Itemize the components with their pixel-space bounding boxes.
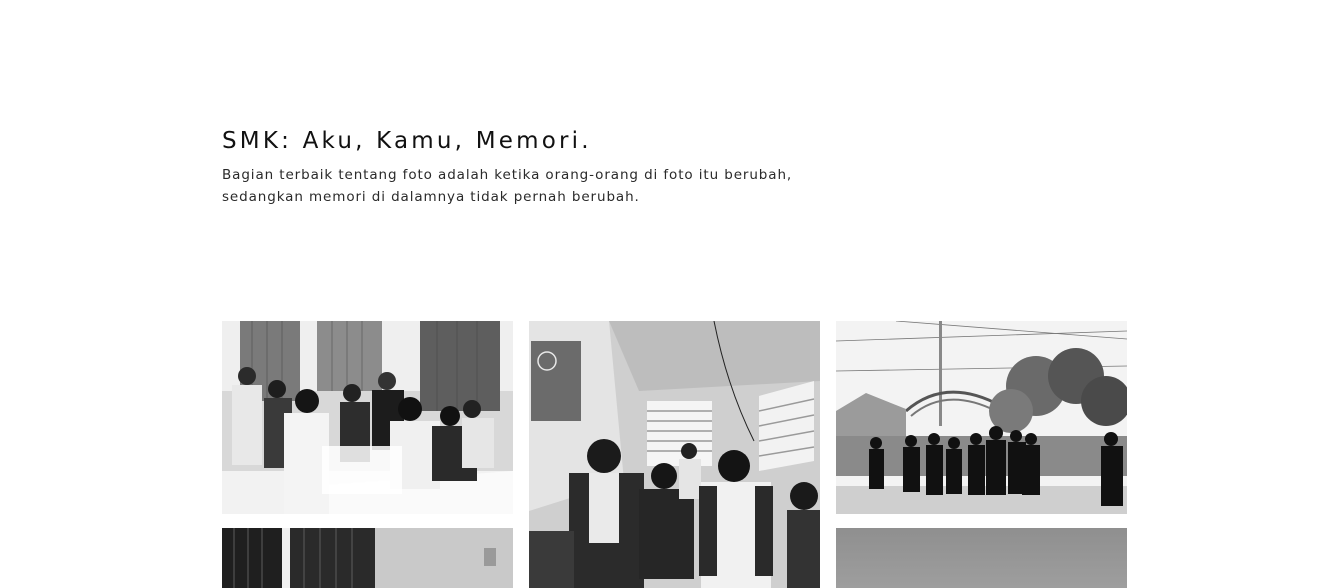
page: SMK: Aku, Kamu, Memori. Bagian terbaik t…	[0, 0, 1344, 588]
gallery-photo-students-outdoor[interactable]	[836, 321, 1127, 514]
intro-section: SMK: Aku, Kamu, Memori. Bagian terbaik t…	[222, 124, 922, 208]
classroom-curtains-image	[222, 528, 513, 588]
gallery-photo-students-classroom[interactable]	[222, 321, 513, 514]
page-subtitle: Bagian terbaik tentang foto adalah ketik…	[222, 164, 922, 208]
page-title: SMK: Aku, Kamu, Memori.	[222, 128, 592, 154]
students-classroom-image	[222, 321, 513, 514]
overcast-sky-image	[836, 528, 1127, 588]
gallery-photo-students-hallway[interactable]	[529, 321, 820, 588]
students-hallway-image	[529, 321, 820, 588]
subtitle-line-2: sedangkan memori di dalamnya tidak perna…	[222, 189, 640, 205]
students-outdoor-image	[836, 321, 1127, 514]
subtitle-line-1: Bagian terbaik tentang foto adalah ketik…	[222, 167, 793, 183]
gallery-photo-overcast-sky[interactable]	[836, 528, 1127, 588]
gallery-photo-classroom-curtains[interactable]	[222, 528, 513, 588]
